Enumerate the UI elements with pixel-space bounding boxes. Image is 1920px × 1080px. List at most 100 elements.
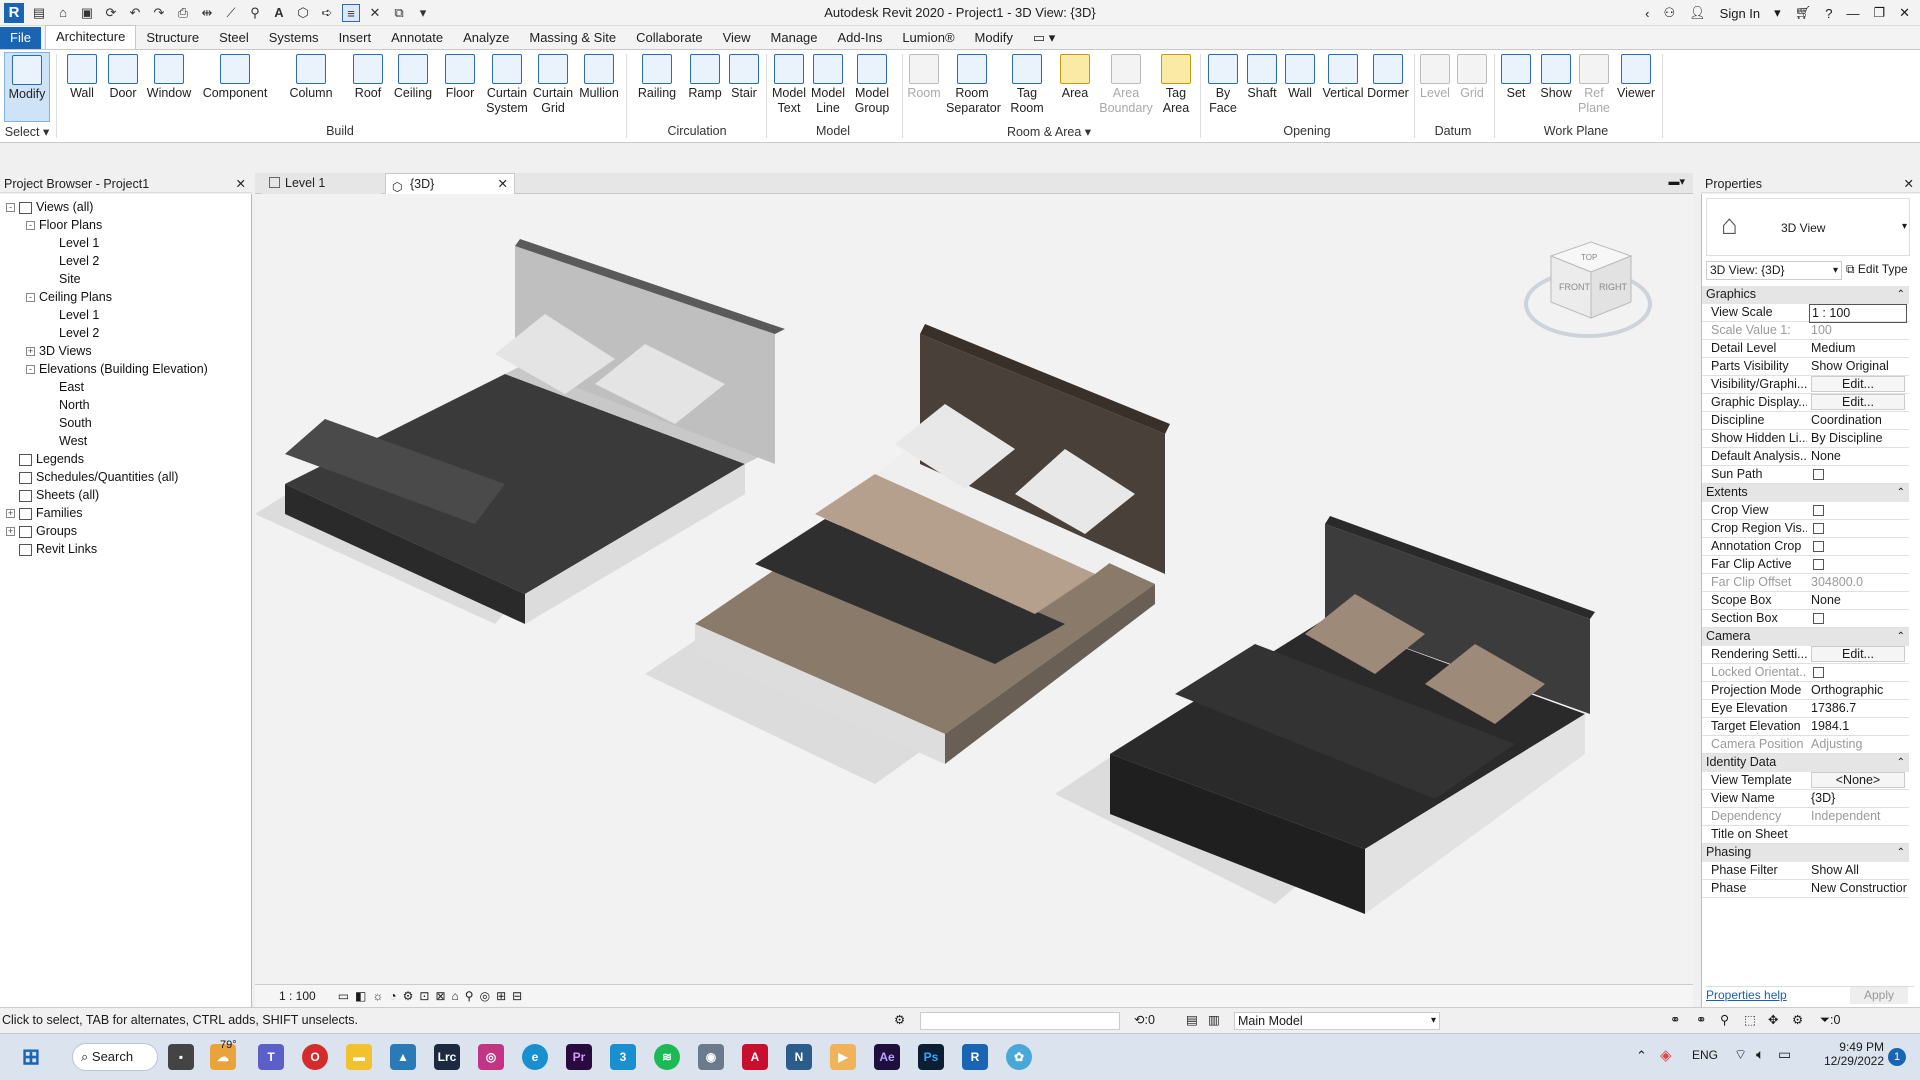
- wall-button[interactable]: Wall: [62, 52, 102, 122]
- temp-hide-icon[interactable]: ⚲: [465, 989, 474, 1003]
- tree-item[interactable]: South: [46, 414, 92, 432]
- visual-style-icon[interactable]: ◧: [355, 989, 366, 1003]
- tab-annotate[interactable]: Annotate: [381, 27, 453, 49]
- tab-systems[interactable]: Systems: [259, 27, 329, 49]
- dimension-icon[interactable]: ⟋: [222, 4, 240, 22]
- teams-icon[interactable]: T: [258, 1044, 284, 1070]
- wifi-icon[interactable]: ⌔: [1734, 1046, 1747, 1064]
- dormer-button[interactable]: Dormer: [1366, 52, 1410, 122]
- tab-menu-icon[interactable]: ▬▾: [1668, 175, 1685, 188]
- ref-plane-button[interactable]: Ref Plane: [1576, 52, 1612, 122]
- design-options-icon[interactable]: ▤: [1186, 1008, 1198, 1033]
- select-by-face-icon[interactable]: ⬚: [1744, 1008, 1756, 1033]
- reveal-hidden-icon[interactable]: ◎: [480, 989, 490, 1003]
- property-value[interactable]: Show Original: [1809, 358, 1907, 375]
- exclude-options-icon[interactable]: ▥: [1208, 1008, 1220, 1033]
- tray-overflow-icon[interactable]: ⌃: [1636, 1048, 1647, 1064]
- stair-button[interactable]: Stair: [726, 52, 762, 122]
- tree-item[interactable]: Level 1: [46, 234, 99, 252]
- revit-taskbar-icon[interactable]: R: [962, 1044, 988, 1070]
- modify-button[interactable]: Modify: [4, 52, 50, 122]
- collapse-icon[interactable]: -: [6, 203, 15, 213]
- property-checkbox[interactable]: [1813, 505, 1824, 517]
- expand-icon[interactable]: +: [6, 527, 15, 537]
- ceiling-button[interactable]: Ceiling: [390, 52, 436, 122]
- language-indicator[interactable]: ENG: [1692, 1048, 1718, 1062]
- tab-manage[interactable]: Manage: [761, 27, 828, 49]
- editable-only-icon[interactable]: ⟲:0: [1134, 1008, 1155, 1033]
- tree-item[interactable]: Site: [46, 270, 81, 288]
- 3d-viewport[interactable]: FRONT RIGHT TOP: [255, 194, 1693, 984]
- tab-architecture[interactable]: Architecture: [44, 25, 137, 49]
- model-line-button[interactable]: Model Line: [810, 52, 846, 122]
- autocad-icon[interactable]: A: [742, 1044, 768, 1070]
- tree-item[interactable]: Legends: [6, 450, 84, 468]
- filter-icon[interactable]: ⏷:0: [1820, 1008, 1840, 1033]
- opening-wall-button[interactable]: Wall: [1282, 52, 1318, 122]
- viewcube-right-label[interactable]: RIGHT: [1599, 282, 1628, 292]
- grid-button[interactable]: Grid: [1454, 52, 1490, 122]
- view-tab-3d[interactable]: ⬡ {3D} ✕: [385, 173, 515, 194]
- property-value[interactable]: Medium: [1809, 340, 1907, 357]
- opera-icon[interactable]: O: [302, 1044, 328, 1070]
- redo-icon[interactable]: ↷: [150, 4, 168, 22]
- area-boundary-button[interactable]: Area Boundary: [1098, 52, 1154, 122]
- scrollbar[interactable]: [1900, 206, 1906, 996]
- property-value[interactable]: Orthographic: [1809, 682, 1907, 699]
- text-icon[interactable]: A: [270, 4, 288, 22]
- folder-icon[interactable]: ⌂: [54, 4, 72, 22]
- tab-steel[interactable]: Steel: [209, 27, 259, 49]
- property-value[interactable]: Show All: [1809, 862, 1907, 879]
- by-face-button[interactable]: By Face: [1204, 52, 1242, 122]
- view-scale-control[interactable]: 1 : 100: [279, 989, 316, 1003]
- area-button[interactable]: Area: [1054, 52, 1096, 122]
- worksharing-icon[interactable]: ⊞: [496, 989, 506, 1003]
- tree-item[interactable]: Sheets (all): [6, 486, 99, 504]
- lumion-icon[interactable]: ◉: [698, 1044, 724, 1070]
- detail-level-icon[interactable]: ▭: [338, 989, 349, 1003]
- tag-icon[interactable]: ⚲: [246, 4, 264, 22]
- tree-item[interactable]: Level 1: [46, 306, 99, 324]
- background-process-icon[interactable]: ⚙: [1792, 1008, 1803, 1033]
- drag-elements-icon[interactable]: ✥: [1768, 1008, 1778, 1033]
- component-button[interactable]: Component: [200, 52, 270, 122]
- property-value[interactable]: 1 : 100: [1809, 304, 1907, 323]
- switch-windows-icon[interactable]: ⧉: [390, 4, 408, 22]
- property-edit-button[interactable]: Edit...: [1811, 646, 1905, 662]
- file-explorer-icon[interactable]: ▬: [346, 1044, 372, 1070]
- design-option-dropdown[interactable]: Main Model ▾: [1234, 1012, 1440, 1030]
- select-links-icon[interactable]: ⚭: [1670, 1008, 1680, 1033]
- property-value[interactable]: Coordination: [1809, 412, 1907, 429]
- room-separator-button[interactable]: Room Separator: [946, 52, 1001, 122]
- floor-button[interactable]: Floor: [440, 52, 480, 122]
- media-player-icon[interactable]: ▶: [830, 1044, 856, 1070]
- lightroom-icon[interactable]: Lrc: [434, 1044, 460, 1070]
- vertical-button[interactable]: Vertical: [1320, 52, 1366, 122]
- room-area-group-label[interactable]: Room & Area ▾: [904, 124, 1194, 139]
- property-checkbox[interactable]: [1813, 469, 1824, 481]
- search-info-icon[interactable]: ‹: [1645, 6, 1649, 21]
- property-checkbox[interactable]: [1813, 613, 1824, 625]
- edge-icon[interactable]: e: [522, 1044, 548, 1070]
- collapse-icon[interactable]: -: [26, 221, 35, 231]
- tag-room-button[interactable]: Tag Room: [1002, 52, 1052, 122]
- tray-app-icon[interactable]: ◈: [1660, 1046, 1672, 1064]
- tree-item[interactable]: + Groups: [6, 522, 77, 540]
- tree-item[interactable]: - Elevations (Building Elevation): [26, 360, 208, 378]
- task-view-icon[interactable]: ▪: [168, 1044, 194, 1070]
- lock-3d-icon[interactable]: ⌂: [452, 989, 459, 1003]
- sync-icon[interactable]: ⟳: [102, 4, 120, 22]
- tab-structure[interactable]: Structure: [136, 27, 209, 49]
- property-value[interactable]: None: [1809, 592, 1907, 609]
- windows-start-icon[interactable]: ⊞: [18, 1044, 44, 1070]
- tab-insert[interactable]: Insert: [329, 27, 382, 49]
- collapse-icon[interactable]: -: [26, 365, 35, 375]
- tree-item[interactable]: East: [46, 378, 84, 396]
- sign-in-dropdown-icon[interactable]: ▾: [1774, 5, 1781, 21]
- model-text-button[interactable]: Model Text: [770, 52, 808, 122]
- photoshop-icon[interactable]: Ps: [918, 1044, 944, 1070]
- viewcube-front-label[interactable]: FRONT: [1559, 282, 1590, 292]
- property-value[interactable]: None: [1809, 448, 1907, 465]
- property-section-header[interactable]: Phasing ⌃: [1702, 844, 1909, 862]
- tree-item[interactable]: - Views (all): [6, 198, 93, 216]
